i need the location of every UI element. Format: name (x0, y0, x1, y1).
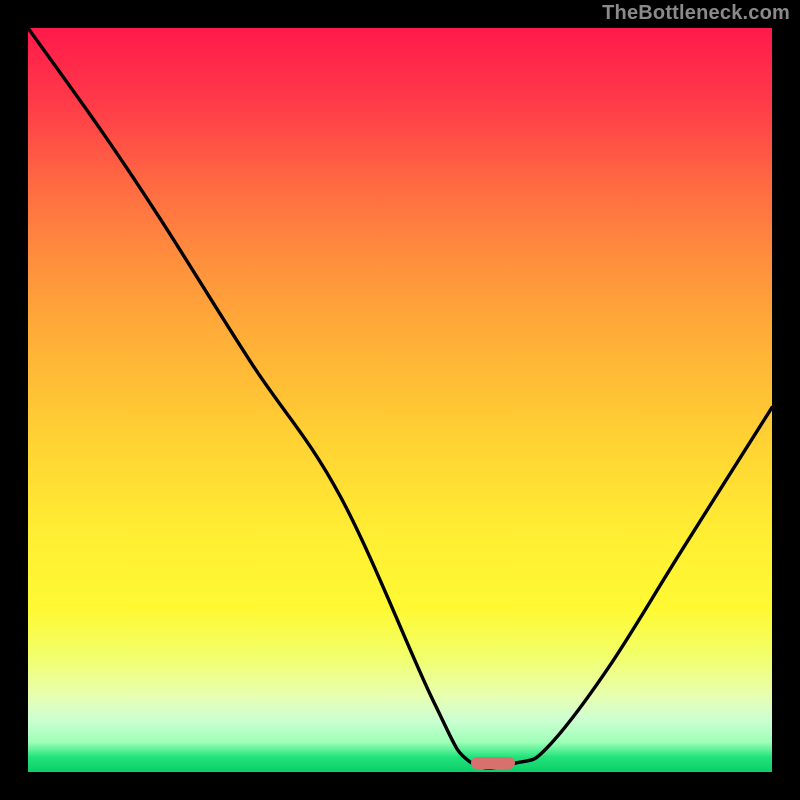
optimum-marker (471, 757, 516, 769)
curve-path (28, 28, 772, 768)
watermark-label: TheBottleneck.com (602, 2, 790, 25)
chart-frame: TheBottleneck.com (0, 0, 800, 800)
plot-area (28, 28, 772, 772)
bottleneck-curve (28, 28, 772, 772)
